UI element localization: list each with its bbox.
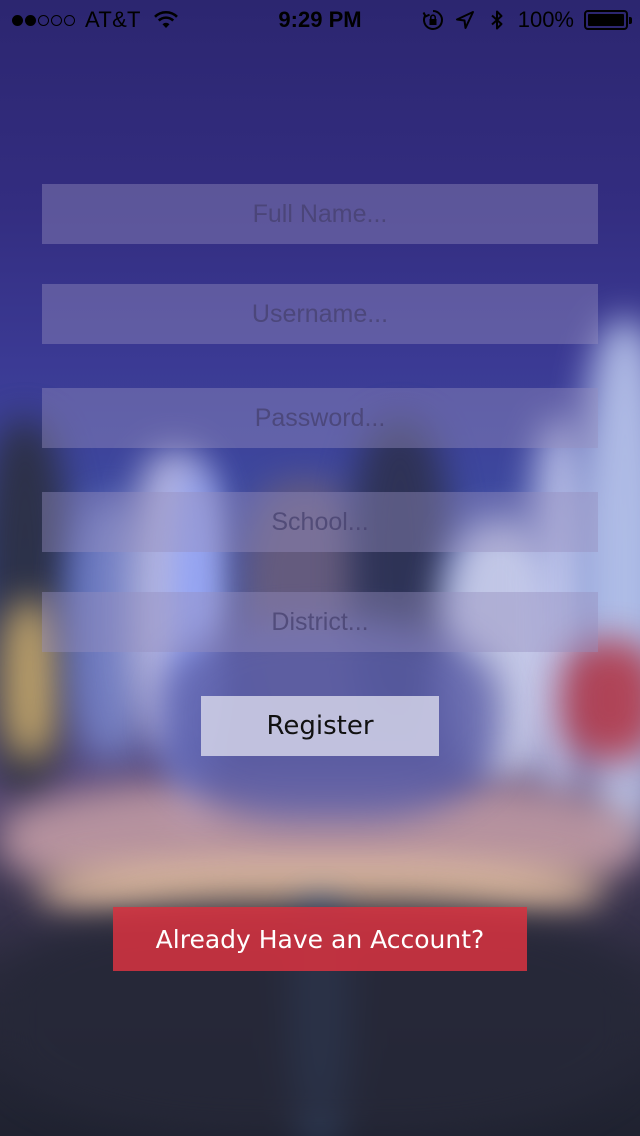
register-button[interactable]: Register bbox=[201, 696, 439, 756]
status-bar-right: 100% bbox=[422, 7, 632, 33]
rotation-lock-icon bbox=[422, 10, 443, 30]
username-input[interactable] bbox=[42, 284, 598, 344]
battery-icon bbox=[584, 10, 632, 30]
school-input[interactable] bbox=[42, 492, 598, 552]
battery-percent: 100% bbox=[517, 7, 574, 32]
bluetooth-icon bbox=[491, 10, 503, 30]
full-name-input[interactable] bbox=[42, 184, 598, 244]
battery-level-fill bbox=[588, 14, 624, 26]
password-input[interactable] bbox=[42, 388, 598, 448]
district-input[interactable] bbox=[42, 592, 598, 652]
location-arrow-icon bbox=[455, 11, 474, 29]
status-bar: AT&T 9:29 PM 100% bbox=[0, 0, 640, 40]
already-have-account-button[interactable]: Already Have an Account? bbox=[113, 907, 527, 971]
